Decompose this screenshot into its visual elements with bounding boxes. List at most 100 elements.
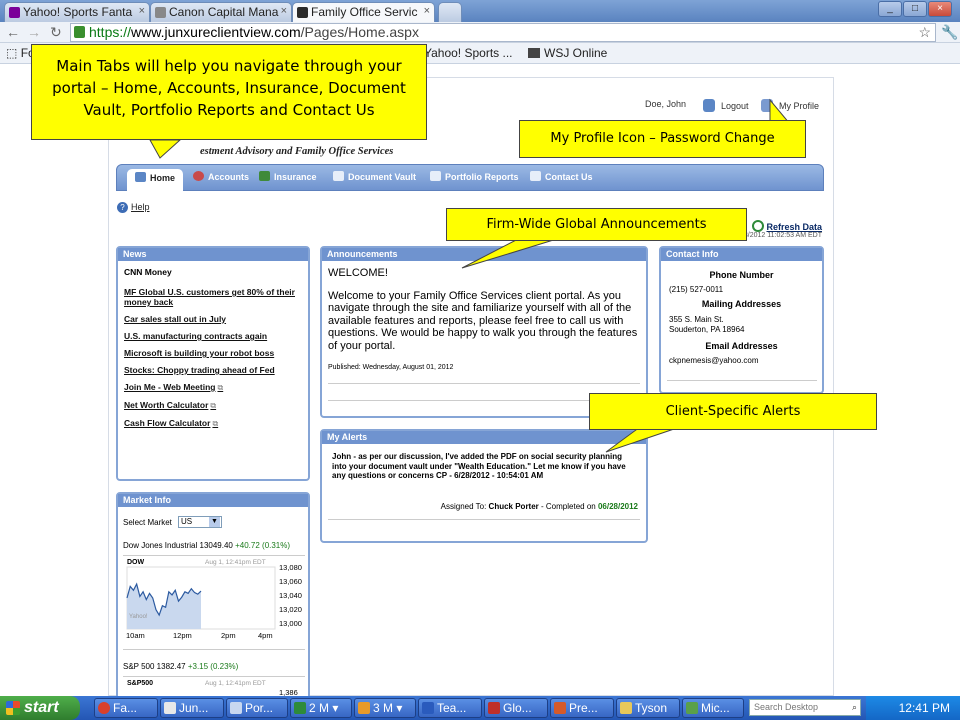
tab-insurance[interactable]: Insurance xyxy=(259,171,317,182)
news-link[interactable]: MF Global U.S. customers get 80% of thei… xyxy=(124,287,302,307)
divider xyxy=(123,649,305,650)
divider xyxy=(328,519,640,520)
market-info-panel: Market Info Select Market US ▼ Dow Jones … xyxy=(116,492,310,702)
sp500-chart-time: Aug 1, 12:41pm EDT xyxy=(205,680,266,687)
back-arrow-icon[interactable]: ← xyxy=(6,24,20,40)
wrench-icon[interactable]: 🔧 xyxy=(941,24,958,40)
windows-flag-icon xyxy=(6,701,20,715)
contact-info-title: Contact Info xyxy=(661,248,822,261)
browser-tab-yahoo[interactable]: Yahoo! Sports Fanta × xyxy=(4,2,150,22)
x-tick-label: 2pm xyxy=(221,631,236,640)
start-button[interactable]: start xyxy=(0,696,80,720)
forward-arrow-icon[interactable]: → xyxy=(27,24,41,40)
profile-pencil-icon xyxy=(761,99,773,112)
maximize-window-icon[interactable]: □ xyxy=(903,1,927,17)
lock-icon xyxy=(74,26,85,38)
market-select[interactable]: US ▼ xyxy=(178,516,222,528)
sp500-quote: S&P 500 1382.47 +3.15 (0.23%) xyxy=(123,662,239,671)
accounts-icon xyxy=(193,171,204,181)
taskbar-item-outlook[interactable]: 3 M ▾ xyxy=(354,698,416,718)
divider xyxy=(123,676,305,677)
my-profile-link[interactable]: My Profile xyxy=(761,99,819,112)
news-link[interactable]: U.S. manufacturing contracts again xyxy=(124,331,302,341)
word-icon xyxy=(422,702,434,714)
y-tick-label: 13,000 xyxy=(279,619,302,628)
news-link[interactable]: Microsoft is building your robot boss xyxy=(124,348,302,358)
main-tabs-callout: Main Tabs will help you navigate through… xyxy=(31,44,427,140)
tab-portfolio-reports[interactable]: Portfolio Reports xyxy=(430,171,519,182)
welcome-heading: WELCOME! xyxy=(328,267,388,279)
net-worth-calculator-link[interactable]: Net Worth Calculator ⧉ xyxy=(124,400,302,411)
my-alerts-title: My Alerts xyxy=(322,431,646,444)
announcements-callout: Firm-Wide Global Announcements xyxy=(446,208,747,241)
contact-info-panel: Contact Info Phone Number (215) 527-0011… xyxy=(659,246,824,394)
divider xyxy=(123,555,305,556)
app-icon xyxy=(686,702,698,714)
home-icon xyxy=(135,172,146,182)
document-vault-icon xyxy=(333,171,344,181)
dow-chart: DOW Aug 1, 12:41pm EDT Yahoo! 13,080 13,… xyxy=(125,557,305,643)
dow-chart-svg xyxy=(126,566,276,630)
tab-contact-us[interactable]: Contact Us xyxy=(530,171,593,182)
new-tab-button[interactable] xyxy=(438,2,462,22)
x-tick-label: 10am xyxy=(126,631,145,640)
market-info-title: Market Info xyxy=(118,494,308,507)
dow-quote: Dow Jones Industrial 13049.40 +40.72 (0.… xyxy=(123,541,291,550)
family-office-favicon-icon xyxy=(297,7,308,18)
taskbar-item-pdf[interactable]: Glo... xyxy=(484,698,548,718)
close-tab-icon[interactable]: × xyxy=(281,5,287,17)
join-me-link[interactable]: Join Me - Web Meeting ⧉ xyxy=(124,382,302,393)
address-line-2: Souderton, PA 18964 xyxy=(669,325,745,334)
mailing-heading: Mailing Addresses xyxy=(701,299,782,309)
outlook-icon xyxy=(358,702,370,714)
refresh-icon xyxy=(752,220,765,232)
browser-tab-canon[interactable]: Canon Capital Mana × xyxy=(150,2,292,22)
news-panel: News CNN Money MF Global U.S. customers … xyxy=(116,246,310,481)
logout-icon xyxy=(703,99,715,112)
bookmark-star-icon[interactable]: ☆ xyxy=(918,24,931,41)
announcement-body: Welcome to your Family Office Services c… xyxy=(328,289,638,352)
windows-taskbar: start Fa... Jun... Por... 2 M ▾ 3 M ▾ Te… xyxy=(0,696,960,720)
logout-link[interactable]: Logout xyxy=(703,99,749,112)
select-market-label: Select Market xyxy=(123,518,172,527)
tab-accounts[interactable]: Accounts xyxy=(193,171,249,182)
bookmark-wsj[interactable]: WSJ Online xyxy=(528,46,607,60)
address-bar[interactable]: https://www.junxureclientview.com/Pages/… xyxy=(70,23,936,42)
taskbar-item-word[interactable]: Tea... xyxy=(418,698,482,718)
wsj-favicon-icon xyxy=(528,48,540,58)
taskbar-item-excel[interactable]: 2 M ▾ xyxy=(290,698,352,718)
yahoo-watermark: Yahoo! xyxy=(129,614,148,620)
divider xyxy=(328,383,640,384)
taskbar-item-mic[interactable]: Mic... xyxy=(682,698,744,718)
phone-heading: Phone Number xyxy=(709,270,774,280)
main-nav-tabs: Home Accounts Insurance Document Vault P… xyxy=(116,164,824,192)
search-desktop-input[interactable]: Search Desktop ⌕ xyxy=(749,699,861,716)
refresh-data-link[interactable]: Refresh Data xyxy=(752,220,822,232)
close-tab-icon[interactable]: × xyxy=(424,5,430,17)
chevron-down-icon: ▼ xyxy=(209,517,220,527)
news-source-heading: CNN Money xyxy=(124,267,172,277)
cash-flow-calculator-link[interactable]: Cash Flow Calculator ⧉ xyxy=(124,418,302,429)
my-alerts-panel: My Alerts John - as per our discussion, … xyxy=(320,429,648,543)
reload-icon[interactable]: ↻ xyxy=(50,24,62,40)
news-link[interactable]: Stocks: Choppy trading ahead of Fed xyxy=(124,365,302,375)
taskbar-item-powerpoint[interactable]: Pre... xyxy=(550,698,614,718)
tab-document-vault[interactable]: Document Vault xyxy=(333,171,416,182)
taskbar-item-por[interactable]: Por... xyxy=(226,698,288,718)
close-tab-icon[interactable]: × xyxy=(139,5,145,17)
search-icon[interactable]: ⌕ xyxy=(852,700,857,715)
news-panel-title: News xyxy=(118,248,308,261)
browser-tab-family-office[interactable]: Family Office Servic × xyxy=(292,2,435,22)
close-window-icon[interactable]: × xyxy=(928,1,952,17)
minimize-window-icon[interactable]: _ xyxy=(878,1,902,17)
window-icon xyxy=(230,702,242,714)
bookmark-yahoo-sports[interactable]: Yahoo! Sports ... xyxy=(424,46,513,60)
help-link[interactable]: ? Help xyxy=(117,202,150,213)
taskbar-item-folder[interactable]: Tyson xyxy=(616,698,680,718)
system-tray: 12:41 PM xyxy=(866,696,960,720)
taskbar-item-chrome[interactable]: Fa... xyxy=(94,698,158,718)
tab-home[interactable]: Home xyxy=(127,169,184,192)
email-address: ckpnemesis@yahoo.com xyxy=(669,356,759,365)
taskbar-item-jun[interactable]: Jun... xyxy=(160,698,224,718)
news-link[interactable]: Car sales stall out in July xyxy=(124,314,302,324)
